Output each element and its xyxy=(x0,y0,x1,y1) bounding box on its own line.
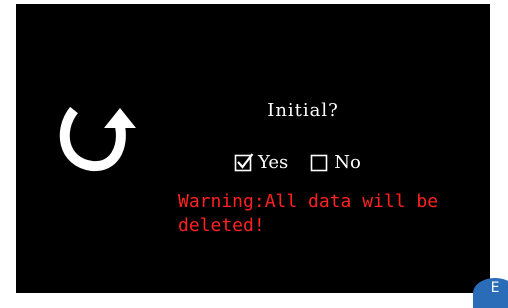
no-option[interactable]: No xyxy=(310,152,361,173)
initialize-dialog-screen: Initial? Yes No Warning:All data will be… xyxy=(16,4,490,293)
checked-checkbox-icon[interactable] xyxy=(234,152,254,172)
corner-badge: E xyxy=(473,278,508,308)
yes-option-label: Yes xyxy=(258,151,289,173)
option-group: Yes No xyxy=(234,148,361,176)
no-option-label: No xyxy=(334,151,361,173)
yes-option[interactable]: Yes xyxy=(234,152,288,173)
dialog-title: Initial? xyxy=(267,100,339,121)
unchecked-checkbox-icon[interactable] xyxy=(310,152,330,172)
warning-message: Warning:All data will be deleted! xyxy=(178,191,439,236)
